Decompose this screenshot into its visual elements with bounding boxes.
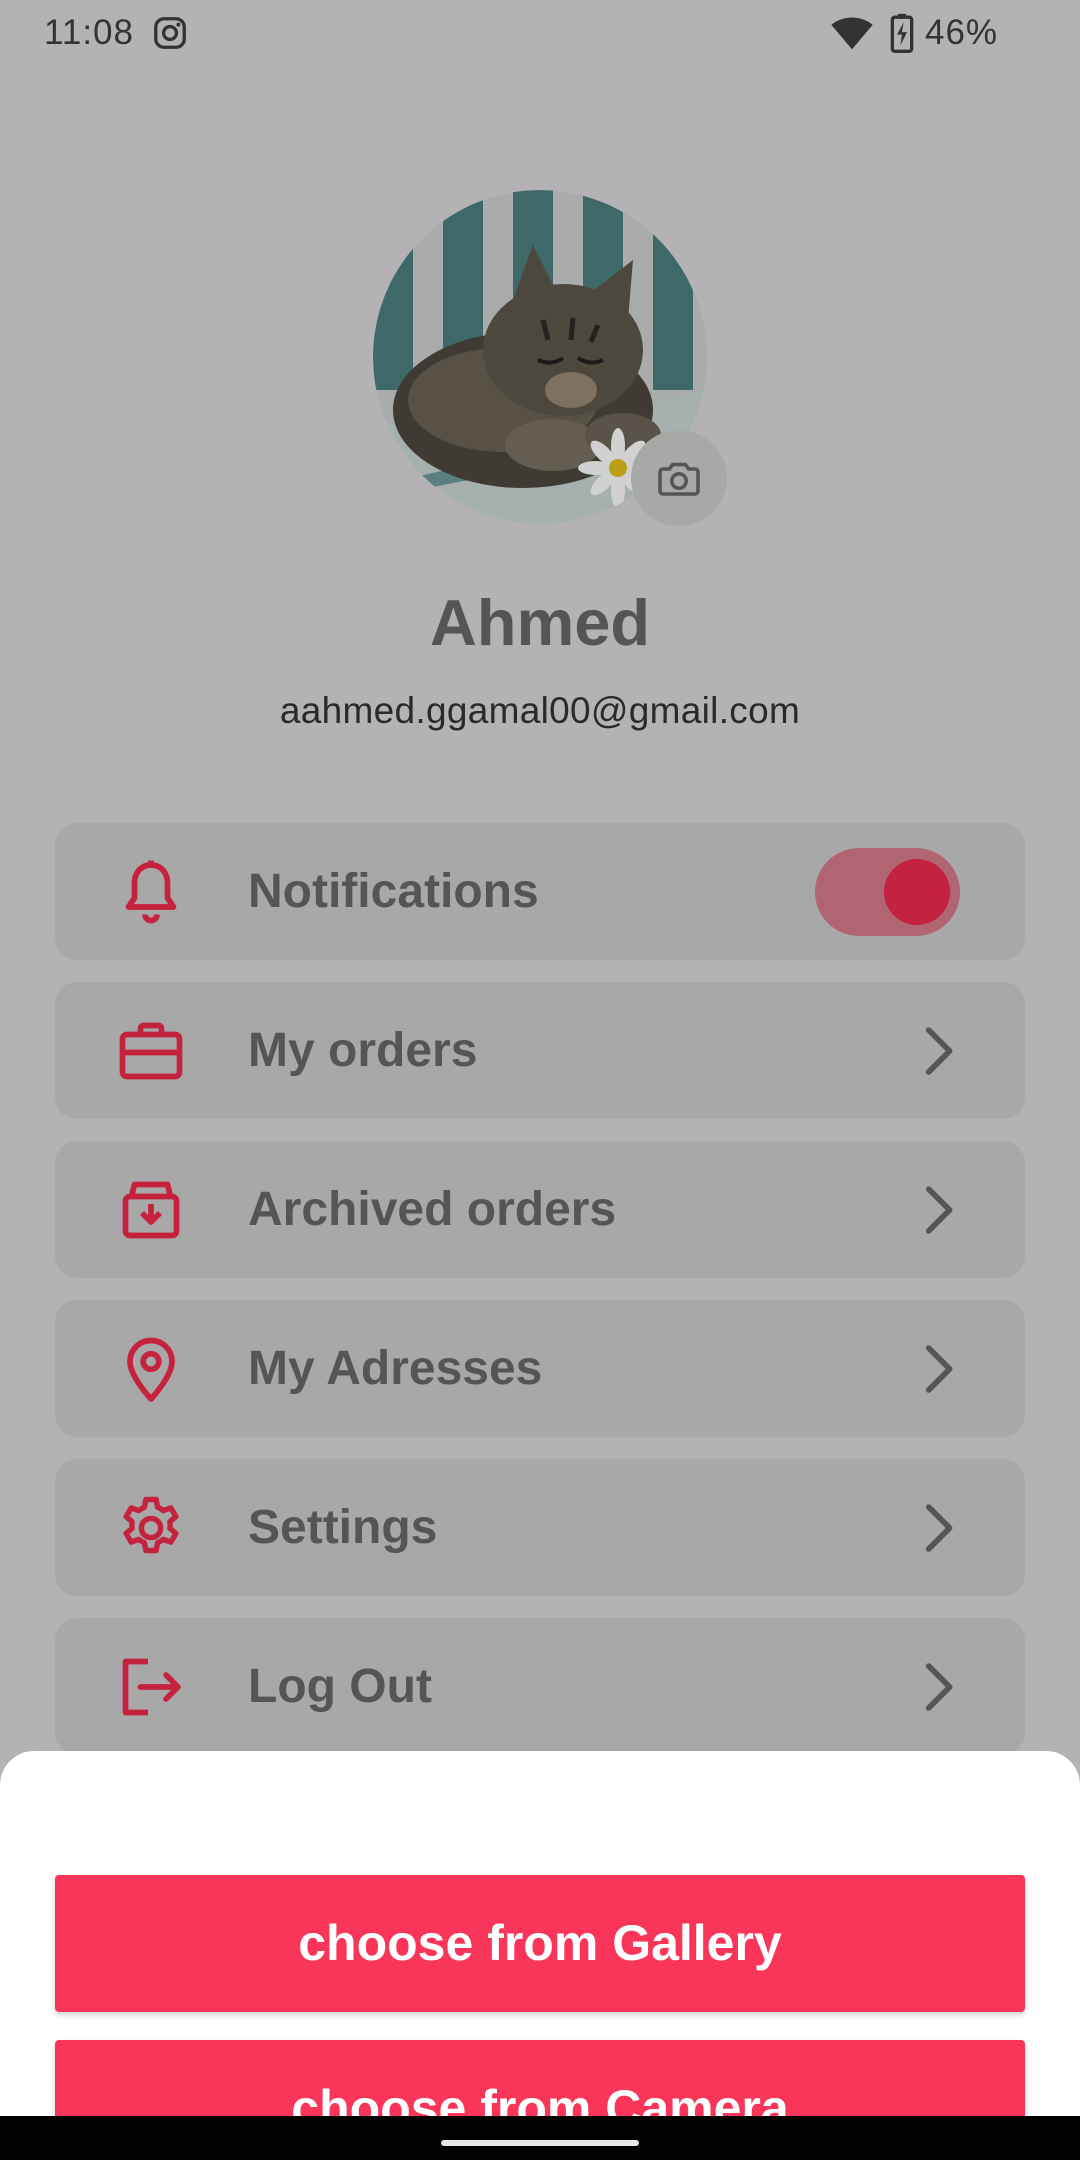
navigation-bar	[0, 2116, 1080, 2160]
change-photo-button[interactable]	[631, 430, 727, 526]
menu-label-my-addresses: My Adresses	[248, 1342, 543, 1395]
status-time: 11:08	[44, 13, 134, 52]
gear-icon	[123, 1496, 179, 1554]
home-gesture-handle[interactable]	[441, 2140, 639, 2146]
menu-item-notifications: Notifications	[55, 823, 1025, 960]
menu-label-settings: Settings	[248, 1501, 438, 1554]
menu-item-my-orders[interactable]: My orders	[55, 982, 1025, 1119]
menu-label-log-out: Log Out	[248, 1660, 432, 1713]
menu-label-notifications: Notifications	[248, 865, 539, 918]
chevron-right-icon	[925, 1504, 953, 1552]
camera-icon	[658, 462, 700, 496]
photo-source-bottom-sheet: choose from Gallery choose from Camera	[0, 1751, 1080, 2160]
menu-label-archived-orders: Archived orders	[248, 1183, 617, 1236]
toggle-knob	[884, 859, 950, 925]
profile-email: aahmed.ggamal00@gmail.com	[279, 690, 801, 731]
status-bar: 11:08 46%	[0, 0, 1080, 66]
menu-item-my-addresses[interactable]: My Adresses	[55, 1300, 1025, 1437]
archive-icon	[122, 1181, 180, 1239]
chevron-right-icon	[925, 1663, 953, 1711]
wifi-icon	[831, 17, 873, 50]
battery-charging-icon	[890, 13, 914, 53]
menu-label-my-orders: My orders	[248, 1024, 478, 1077]
chevron-right-icon	[925, 1027, 953, 1075]
logout-icon	[122, 1658, 181, 1716]
instagram-icon	[154, 17, 186, 49]
menu-item-log-out[interactable]: Log Out	[55, 1618, 1025, 1755]
chevron-right-icon	[925, 1345, 953, 1393]
battery-percent: 46%	[925, 13, 999, 52]
choose-from-gallery-button[interactable]: choose from Gallery	[55, 1875, 1025, 2012]
bell-icon	[125, 860, 177, 924]
chevron-right-icon	[925, 1186, 953, 1234]
menu-item-archived-orders[interactable]: Archived orders	[55, 1141, 1025, 1278]
briefcase-icon	[119, 1022, 183, 1080]
profile-name: Ahmed	[429, 586, 651, 659]
avatar-container	[373, 190, 727, 526]
notifications-toggle[interactable]	[815, 848, 960, 936]
location-pin-icon	[127, 1337, 175, 1402]
menu-item-settings[interactable]: Settings	[55, 1459, 1025, 1596]
